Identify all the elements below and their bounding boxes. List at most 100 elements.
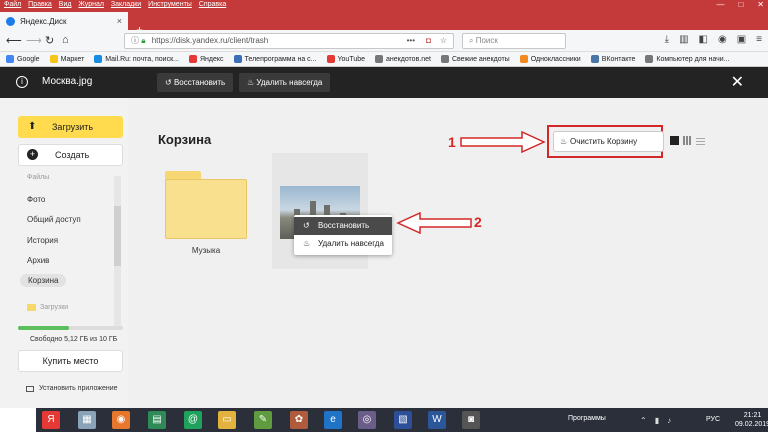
minimize-button[interactable]: — xyxy=(716,0,724,10)
menu-history[interactable]: Журнал xyxy=(78,1,104,8)
edge-app-icon[interactable]: e xyxy=(324,411,342,429)
menu-hamburger-icon[interactable]: ≡ xyxy=(756,34,762,45)
forward-icon[interactable]: ⟶ xyxy=(26,34,42,47)
search-placeholder: Поиск xyxy=(475,36,498,45)
menu-file[interactable]: Файл xyxy=(4,1,21,8)
upload-button[interactable]: ⬆ Загрузить xyxy=(18,116,123,138)
system-tray-icons: ⌃ ▮ ♪ xyxy=(640,416,671,425)
create-button[interactable]: + Создать xyxy=(18,144,123,166)
start-button[interactable] xyxy=(0,408,36,432)
bookmark-market[interactable]: Маркет xyxy=(49,55,84,63)
page-icon xyxy=(645,55,654,63)
word-app-icon[interactable]: W xyxy=(428,411,446,429)
tray-programs-label[interactable]: Программы xyxy=(568,415,606,422)
odnoklassniki-icon xyxy=(519,55,528,63)
folder-icon xyxy=(27,304,36,311)
bookmark-computer-beginners[interactable]: Компьютер для начи... xyxy=(645,55,729,63)
address-bar[interactable]: ⓘ 🔒︎ https://disk.yandex.ru/client/trash… xyxy=(124,33,454,49)
market-icon xyxy=(49,55,58,63)
viewer-close-icon[interactable]: ✕ xyxy=(731,72,744,92)
sidebar-item-history[interactable]: История xyxy=(27,236,58,245)
url-text: https://disk.yandex.ru/client/trash xyxy=(151,36,269,45)
paint-app-icon[interactable]: ✿ xyxy=(290,411,308,429)
tools-app-icon[interactable]: ▧ xyxy=(394,411,412,429)
image-editor-app-icon[interactable]: ✎ xyxy=(254,411,272,429)
window-controls: — □ ✕ xyxy=(716,0,764,10)
bookmark-youtube[interactable]: YouTube xyxy=(326,55,365,63)
volume-icon[interactable]: ♪ xyxy=(667,416,671,425)
back-icon[interactable]: ⟵ xyxy=(6,34,22,47)
sidebar-item-files[interactable]: Файлы xyxy=(27,174,49,181)
plus-icon: + xyxy=(27,149,38,160)
download-icon[interactable]: ⤓ xyxy=(665,34,669,45)
sidebar-scrollbar[interactable] xyxy=(114,176,121,326)
window-close-button[interactable]: ✕ xyxy=(757,0,764,10)
menu-view[interactable]: Вид xyxy=(59,1,72,8)
buy-space-button[interactable]: Купить место xyxy=(18,350,123,372)
clear-trash-button[interactable]: ♨ Очистить Корзину xyxy=(553,131,664,152)
storage-quota-text: Свободно 5,12 ГБ из 10 ГБ xyxy=(30,336,118,343)
menu-help[interactable]: Справка xyxy=(199,1,226,8)
small-tiles-icon[interactable] xyxy=(683,136,692,145)
menu-tools[interactable]: Инструменты xyxy=(148,1,192,8)
calculator-app-icon[interactable]: ▦ xyxy=(78,411,96,429)
bookmark-odnoklassniki[interactable]: Одноклассники xyxy=(519,55,581,63)
tray-language[interactable]: РУС xyxy=(706,416,720,423)
sidebar-icon[interactable]: ◧ xyxy=(699,34,708,45)
reload-icon[interactable]: ↻ xyxy=(45,34,54,47)
sidebar-item-downloads[interactable]: Загрузки xyxy=(27,304,68,311)
flame-icon: ♨ xyxy=(303,239,311,248)
menu-bookmarks[interactable]: Закладки xyxy=(111,1,141,8)
pocket-icon[interactable]: ◘ xyxy=(426,34,431,48)
bookmark-vkontakte[interactable]: ВКонтакте xyxy=(590,55,635,63)
email-app-icon[interactable]: @ xyxy=(184,411,202,429)
sidebar-item-shared[interactable]: Общий доступ xyxy=(27,215,81,224)
page-actions-icon[interactable]: ••• xyxy=(407,34,415,48)
tab-yandex-disk[interactable]: Яндекс.Диск × xyxy=(0,12,128,30)
install-app-link[interactable]: Установить приложение xyxy=(26,385,118,392)
screenshot-icon[interactable]: ▣ xyxy=(737,34,746,45)
sidebar-item-photo[interactable]: Фото xyxy=(27,195,45,204)
menu-bar: Файл Правка Вид Журнал Закладки Инструме… xyxy=(4,0,768,10)
library-icon[interactable]: ▥ xyxy=(679,34,688,45)
search-input[interactable]: ⌕ Поиск xyxy=(462,33,566,49)
sidebar-item-trash[interactable]: Корзина xyxy=(20,274,67,287)
info-icon[interactable]: ⓘ xyxy=(131,36,139,45)
folder-music-label: Музыка xyxy=(191,246,221,255)
media-app-icon[interactable]: ◎ xyxy=(358,411,376,429)
large-tiles-icon[interactable] xyxy=(670,136,679,145)
google-icon xyxy=(6,55,14,63)
tab-close-icon[interactable]: × xyxy=(117,16,122,26)
firefox-app-icon[interactable]: ◉ xyxy=(112,411,130,429)
folder-music[interactable] xyxy=(165,171,247,239)
bookmark-tv-program[interactable]: Телепрограмма на с... xyxy=(233,55,317,63)
context-restore-item[interactable]: ↺ Восстановить xyxy=(294,217,392,235)
maximize-button[interactable]: □ xyxy=(738,0,743,10)
camera-app-icon[interactable]: ◙ xyxy=(462,411,480,429)
context-delete-forever-item[interactable]: ♨ Удалить навсегда xyxy=(294,235,392,253)
yandex-app-icon[interactable]: Я xyxy=(42,411,60,429)
navigation-bar: ⟵ ⟶ ↻ ⌂ ⓘ 🔒︎ https://disk.yandex.ru/clie… xyxy=(0,30,768,52)
upload-icon: ⬆ xyxy=(28,121,37,132)
sync-icon[interactable]: ◉ xyxy=(718,34,727,45)
bookmark-star-icon[interactable]: ☆ xyxy=(440,34,447,48)
network-icon[interactable]: ▮ xyxy=(655,416,659,425)
bookmark-mailru[interactable]: Mail.Ru: почта, поиск... xyxy=(94,55,179,63)
spreadsheet-app-icon[interactable]: ▤ xyxy=(148,411,166,429)
bookmark-google[interactable]: Google xyxy=(6,55,40,63)
file-info-icon[interactable]: i xyxy=(16,76,28,88)
lock-icon: 🔒︎ xyxy=(141,36,146,45)
bookmark-fresh-jokes[interactable]: Свежие анекдоты xyxy=(440,55,510,63)
home-icon[interactable]: ⌂ xyxy=(62,34,69,46)
explorer-app-icon[interactable]: ▭ xyxy=(218,411,236,429)
list-view-icon[interactable] xyxy=(696,136,705,145)
menu-edit[interactable]: Правка xyxy=(28,1,52,8)
viewer-restore-button[interactable]: ↺ Восстановить xyxy=(157,73,234,92)
bookmark-anekdotov[interactable]: анекдотов.net xyxy=(375,55,431,63)
scrollbar-thumb[interactable] xyxy=(114,206,121,266)
bookmark-yandex[interactable]: Яндекс xyxy=(189,55,224,63)
sidebar-item-archive[interactable]: Архив xyxy=(27,256,49,265)
viewer-delete-forever-button[interactable]: ♨ Удалить навсегда xyxy=(239,73,331,92)
chevron-up-icon[interactable]: ⌃ xyxy=(640,416,647,425)
tray-clock[interactable]: 21:21 09.02.2019 xyxy=(735,411,768,429)
